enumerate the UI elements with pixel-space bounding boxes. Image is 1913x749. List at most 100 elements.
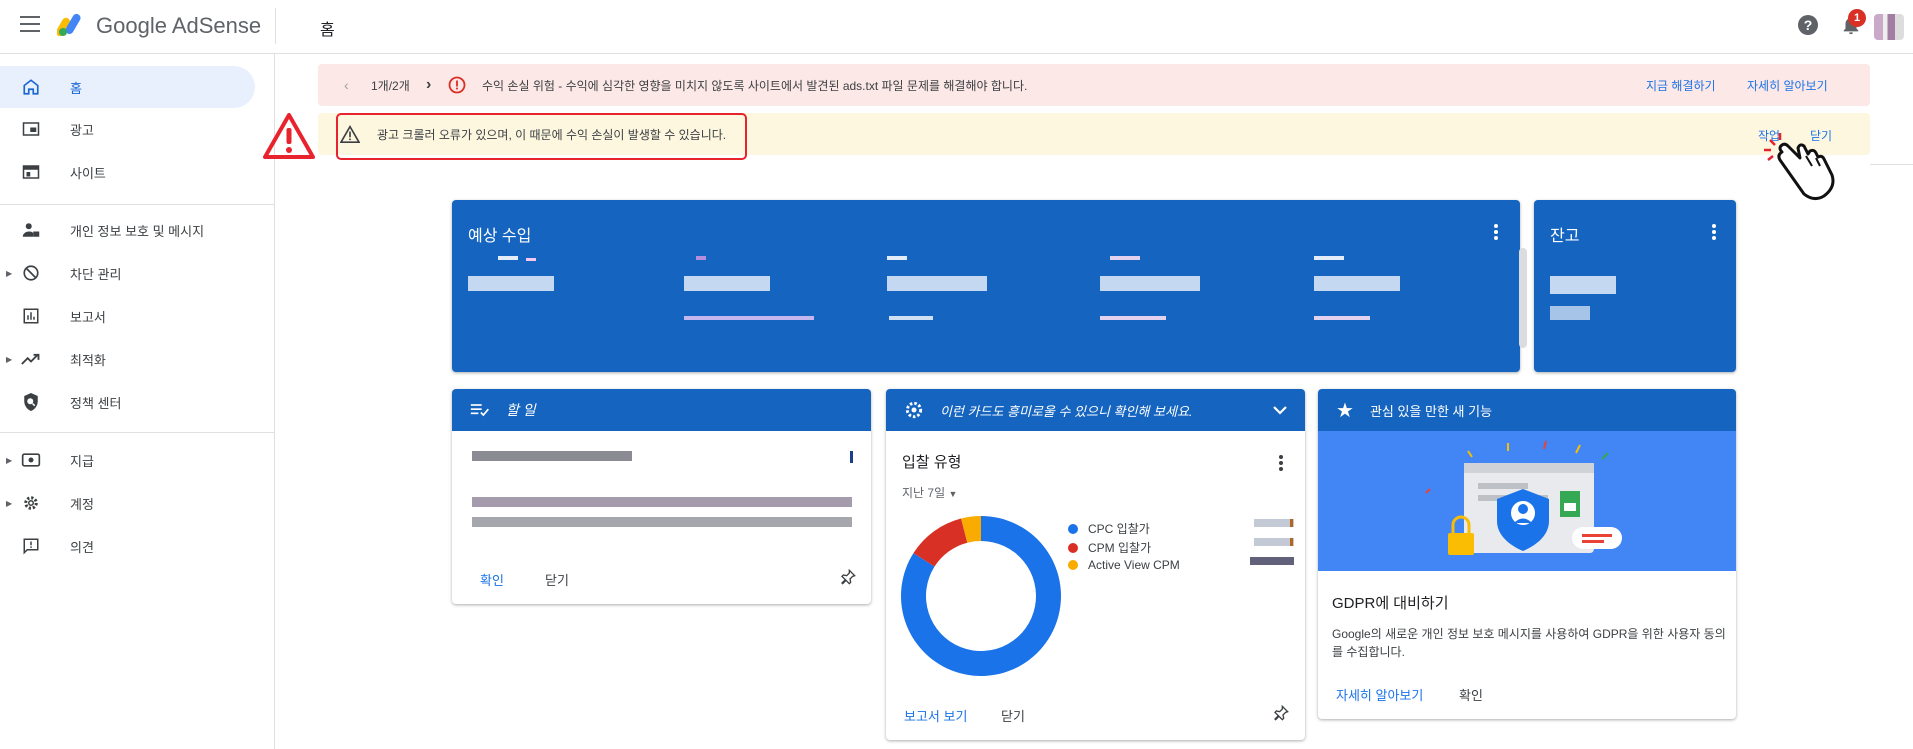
sidebar-item-optimization[interactable]: ▶ 최적화 [0,338,255,380]
balance-card-title: 잔고 [1550,228,1580,245]
balance-card: 잔고 [1534,200,1736,372]
avatar[interactable] [1874,14,1904,40]
expand-icon: ▶ [6,498,13,508]
pin-icon[interactable] [1273,705,1289,721]
policy-icon [20,391,42,413]
sidebar-item-label: 광고 [70,122,94,138]
todo-card-header: 할 일 [452,389,871,431]
feature-card-header: ★ 관심 있을 만한 새 기능 [1318,389,1736,431]
sidebar-item-policy[interactable]: 정책 센터 [0,381,255,423]
sidebar-item-label: 개인 정보 보호 및 메시지 [70,223,205,239]
bid-card-header-text: 이런 카드도 흥미로울 수 있으니 확인해 보세요. [940,403,1193,419]
reports-icon [20,305,42,327]
dismiss-button[interactable]: 닫기 [545,570,569,589]
legend-item: CPC 입찰가 [1068,520,1150,537]
todo-card-title: 할 일 [506,402,536,418]
sidebar-item-feedback[interactable]: 의견 [0,525,255,567]
brand-name: Google AdSense [96,13,262,38]
divider [275,8,276,44]
more-options-icon[interactable] [1279,455,1283,471]
payments-icon [20,449,42,471]
sidebar-item-label: 홈 [70,80,82,96]
pin-icon[interactable] [840,569,856,585]
fix-now-link[interactable]: 지금 해결하기 [1646,77,1716,94]
sidebar-item-label: 지급 [70,453,94,469]
ads-icon [20,118,42,140]
notification-badge: 1 [1848,9,1866,27]
expand-icon: ▶ [6,268,13,278]
page-title: 홈 [320,22,335,39]
prev-arrow-icon[interactable]: ‹ [344,77,349,93]
more-options-icon[interactable] [1494,224,1498,240]
error-icon [448,76,466,94]
home-icon [20,76,42,98]
gdpr-illustration [1318,431,1736,571]
divider [1870,164,1913,165]
pointer-hand-icon [1764,133,1835,201]
blurred-legend-values [1244,519,1294,575]
sidebar-item-reports[interactable]: 보고서 [0,295,255,337]
sidebar-item-label: 보고서 [70,309,106,325]
sidebar-item-sites[interactable]: 사이트 [0,151,255,193]
sidebar-item-label: 최적화 [70,352,106,368]
sidebar-item-label: 정책 센터 [70,395,122,411]
sidebar-item-privacy[interactable]: 개인 정보 보호 및 메시지 [0,209,255,251]
optimization-icon [20,348,42,370]
feature-title: GDPR에 대비하기 [1332,595,1449,612]
legend-label: CPM 입찰가 [1088,541,1152,555]
gear-icon [20,492,42,514]
menu-icon[interactable] [20,16,40,34]
learn-more-button[interactable]: 자세히 알아보기 [1336,685,1423,704]
settings-icon [905,401,923,419]
confirm-button[interactable]: 확인 [1459,685,1483,704]
sidebar-item-ads[interactable]: 광고 [0,108,255,150]
warning-icon [263,113,315,159]
star-icon: ★ [1336,399,1354,422]
sidebar-item-blocking[interactable]: ▶ 차단 관리 [0,252,255,294]
adsense-logo-icon [57,13,81,37]
dropdown-arrow-icon: ▼ [948,489,958,499]
confirm-button[interactable]: 확인 [480,570,504,589]
feedback-icon [20,535,42,557]
alert-message: 수익 손실 위험 - 수익에 심각한 영향을 미치지 않도록 사이트에서 발견된… [482,78,1028,93]
legend-label: CPC 입찰가 [1088,522,1150,536]
learn-more-link[interactable]: 자세히 알아보기 [1747,77,1828,94]
bid-card-header: 이런 카드도 흥미로울 수 있으니 확인해 보세요. [886,389,1305,431]
legend-dot [1068,542,1078,553]
help-icon[interactable]: ? [1798,15,1818,35]
chevron-down-icon[interactable] [1273,405,1287,415]
new-feature-card: ★ 관심 있을 만한 새 기능 GDPR에 대비하기 Google의 새로운 개… [1318,389,1736,719]
divider [0,432,275,433]
alert-pager: 1개/2개 [371,78,410,93]
earnings-card: 예상 수입 [452,200,1520,372]
next-arrow-icon[interactable]: › [426,76,431,94]
dismiss-button[interactable]: 닫기 [1001,706,1025,725]
feature-card-header-text: 관심 있을 만한 새 기능 [1369,403,1493,419]
sidebar-item-label: 계정 [70,496,94,512]
checklist-icon [470,404,489,417]
bid-donut-chart [901,516,1061,676]
highlight-box [336,113,747,160]
more-options-icon[interactable] [1712,224,1716,240]
blurred-balance-value [1550,276,1620,336]
sidebar-item-payments[interactable]: ▶ 지급 [0,439,255,481]
period-selector[interactable]: 지난 7일 ▼ [902,484,957,501]
earnings-card-title: 예상 수입 [468,228,532,245]
sidebar: 홈 광고 사이트 개인 정보 보호 및 메시지 ▶ 차단 관리 보고서 ▶ 최적… [0,54,275,749]
sidebar-item-account[interactable]: ▶ 계정 [0,482,255,524]
privacy-icon [20,219,42,241]
todo-card: 할 일 확인 닫기 [452,389,871,604]
top-bar: Google AdSense 홈 ? 1 [0,0,1913,54]
blurred-earnings-value [1100,256,1200,332]
sidebar-item-label: 의견 [70,539,94,555]
legend-dot [1068,523,1078,534]
expand-icon: ▶ [6,455,13,465]
divider [0,204,275,205]
period-label: 지난 7일 [902,486,946,500]
legend-dot [1068,560,1078,570]
sidebar-item-home[interactable]: 홈 [0,66,255,108]
blurred-todo-text [472,451,853,531]
view-report-button[interactable]: 보고서 보기 [904,706,967,725]
blurred-earnings-value [468,256,558,296]
scrollbar[interactable] [1519,248,1527,348]
